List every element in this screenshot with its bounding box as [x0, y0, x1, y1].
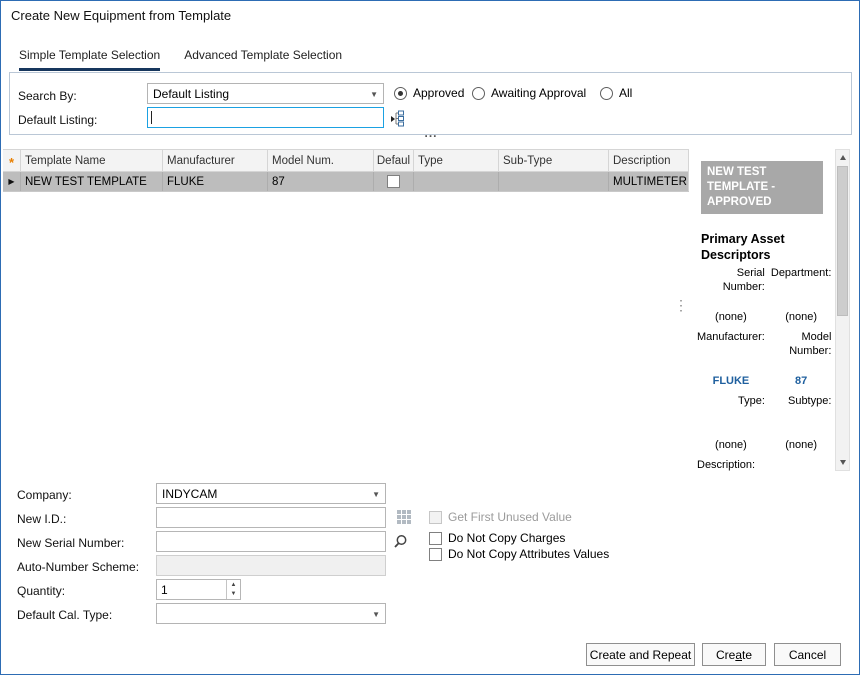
new-row-indicator-icon: * [3, 150, 21, 171]
checkbox-icon [429, 548, 442, 561]
quantity-input[interactable] [157, 580, 226, 599]
collapse-handle[interactable]: ... [417, 128, 445, 138]
preview-field-model-number: Model Number: 87 [771, 331, 832, 387]
search-icon[interactable] [392, 533, 408, 549]
cell-model-num: 87 [268, 172, 374, 191]
company-value: INDYCAM [162, 487, 217, 501]
auto-number-scheme-label: Auto-Number Scheme: [17, 560, 139, 574]
preview-header: NEW TEST TEMPLATE - APPROVED [701, 161, 823, 214]
preview-field-subtype: Subtype: (none) [771, 395, 832, 451]
preview-section-title: Primary Asset Descriptors [701, 231, 813, 264]
default-checkbox[interactable] [387, 175, 400, 188]
column-header-default[interactable]: Defaul [374, 150, 414, 171]
preview-panel: NEW TEST TEMPLATE - APPROVED Primary Ass… [693, 149, 850, 471]
preview-field-department: Department: (none) [771, 267, 832, 323]
tab-simple-template-selection[interactable]: Simple Template Selection [19, 48, 160, 71]
preview-field-serial-number: Serial Number: (none) [697, 267, 765, 323]
column-header-model-num[interactable]: Model Num. [268, 150, 374, 171]
tab-advanced-template-selection[interactable]: Advanced Template Selection [184, 48, 342, 71]
preview-field-description: Description: MULTIMETER [697, 459, 831, 471]
column-header-manufacturer[interactable]: Manufacturer [163, 150, 268, 171]
scroll-down-icon[interactable] [836, 455, 849, 470]
search-by-value: Default Listing [153, 87, 229, 101]
quantity-label: Quantity: [17, 584, 65, 598]
preview-field-type: Type: (none) [697, 395, 765, 451]
checkbox-label: Do Not Copy Attributes Values [448, 547, 609, 561]
grid-header-row: * Template Name Manufacturer Model Num. … [3, 149, 689, 172]
chevron-down-icon: ▼ [372, 490, 380, 499]
template-grid: * Template Name Manufacturer Model Num. … [3, 149, 689, 192]
table-row[interactable]: ▶ NEW TEST TEMPLATE FLUKE 87 MULTIMETER [3, 172, 689, 192]
checkbox-label: Do Not Copy Charges [448, 531, 565, 545]
default-listing-field [147, 107, 384, 128]
default-listing-label: Default Listing: [18, 113, 97, 127]
company-dropdown[interactable]: INDYCAM ▼ [156, 483, 386, 504]
new-id-label: New I.D.: [17, 512, 66, 526]
preview-scrollbar[interactable] [835, 149, 850, 471]
cell-sub-type [499, 172, 609, 191]
quantity-stepper: ▲ ▼ [156, 579, 241, 600]
radio-icon [394, 87, 407, 100]
radio-awaiting-approval-label: Awaiting Approval [491, 86, 586, 100]
default-cal-type-dropdown[interactable]: ▼ [156, 603, 386, 624]
column-header-type[interactable]: Type [414, 150, 499, 171]
checkbox-label: Get First Unused Value [448, 510, 572, 524]
cell-default [374, 172, 414, 191]
radio-icon [472, 87, 485, 100]
search-by-label: Search By: [18, 89, 77, 103]
checkbox-icon [429, 511, 442, 524]
quantity-spin-buttons: ▲ ▼ [226, 580, 240, 599]
radio-approved-label: Approved [413, 86, 464, 100]
new-id-input[interactable] [156, 507, 386, 528]
create-button[interactable]: Create [702, 643, 766, 666]
new-serial-number-input[interactable] [156, 531, 386, 552]
cell-manufacturer: FLUKE [163, 172, 268, 191]
quantity-down-icon[interactable]: ▼ [227, 590, 240, 600]
default-cal-type-label: Default Cal. Type: [17, 608, 112, 622]
radio-all[interactable]: All [600, 86, 632, 100]
radio-awaiting-approval[interactable]: Awaiting Approval [472, 86, 586, 100]
scroll-up-icon[interactable] [836, 150, 849, 165]
preview-field-manufacturer: Manufacturer: FLUKE [697, 331, 765, 387]
create-and-repeat-button[interactable]: Create and Repeat [586, 643, 695, 666]
column-header-description[interactable]: Description [609, 150, 689, 171]
checkbox-do-not-copy-charges[interactable]: Do Not Copy Charges [429, 531, 565, 545]
company-label: Company: [17, 488, 72, 502]
radio-approved[interactable]: Approved [394, 86, 464, 100]
chevron-down-icon: ▼ [370, 90, 378, 99]
text-cursor [151, 111, 152, 124]
radio-icon [600, 87, 613, 100]
radio-all-label: All [619, 86, 632, 100]
dialog-create-new-equipment: Create New Equipment from Template Simpl… [0, 0, 860, 675]
auto-number-scheme-input [156, 555, 386, 576]
auto-number-grid-icon[interactable] [395, 508, 413, 526]
cell-template-name: NEW TEST TEMPLATE [21, 172, 163, 191]
cancel-button[interactable]: Cancel [774, 643, 841, 666]
default-listing-browse-icon[interactable] [388, 109, 406, 127]
tab-bar: Simple Template Selection Advanced Templ… [19, 48, 342, 71]
scroll-thumb[interactable] [837, 166, 848, 316]
cell-description: MULTIMETER [609, 172, 689, 191]
checkbox-get-first-unused-value: Get First Unused Value [429, 510, 572, 524]
preview-fields: Serial Number: (none) Department: (none)… [697, 267, 829, 471]
chevron-down-icon: ▼ [372, 610, 380, 619]
cell-type [414, 172, 499, 191]
new-serial-number-label: New Serial Number: [17, 536, 124, 550]
row-selector-icon: ▶ [3, 172, 21, 191]
quantity-up-icon[interactable]: ▲ [227, 580, 240, 590]
checkbox-icon [429, 532, 442, 545]
checkbox-do-not-copy-attributes-values[interactable]: Do Not Copy Attributes Values [429, 547, 609, 561]
default-listing-input[interactable] [147, 107, 384, 128]
column-header-template-name[interactable]: Template Name [21, 150, 163, 171]
column-header-sub-type[interactable]: Sub-Type [499, 150, 609, 171]
panel-splitter-handle[interactable]: ⋮ [674, 297, 688, 314]
search-by-dropdown[interactable]: Default Listing ▼ [147, 83, 384, 104]
dialog-title: Create New Equipment from Template [11, 8, 231, 23]
